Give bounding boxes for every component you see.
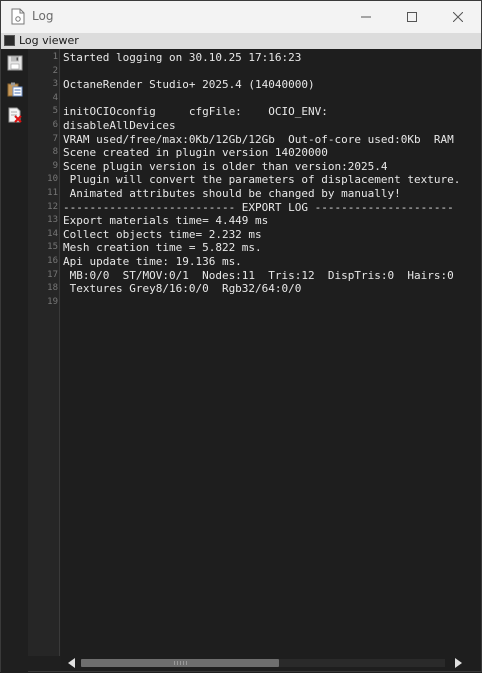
line-number: 15 [47,242,58,253]
grip-line [177,661,178,665]
log-line: Animated attributes should be changed by… [63,187,401,200]
log-viewer-bar: Log viewer [1,33,481,49]
log-line: Scene plugin version is older than versi… [63,159,388,173]
line-number: 9 [52,160,58,171]
log-line: -------------------------- EXPORT LOG --… [63,200,454,214]
line-number: 2 [52,65,58,76]
line-number: 5 [52,106,58,117]
line-number: 1 [52,52,58,62]
log-line: initOCIOconfig cfgFile: OCIO_ENV: [63,105,328,119]
line-number: 4 [52,92,58,103]
line-number: 18 [47,283,58,294]
log-line: disableAllDevices [63,119,176,132]
log-text-area[interactable]: Started logging on 30.10.25 17:16:23 Octa… [61,49,481,656]
scroll-left-arrow-icon[interactable] [67,658,77,668]
close-icon [453,12,463,22]
line-number: 3 [52,79,58,90]
grip-line [180,661,181,665]
log-line: Api update time: 19.136 ms. [63,255,242,268]
close-button[interactable] [435,1,481,33]
document-icon [11,8,25,25]
scroll-right-arrow-icon[interactable] [453,658,463,668]
minimize-icon [361,16,371,18]
log-line: Export materials time= 4.449 ms [63,214,269,228]
line-number: 10 [47,174,58,185]
log-line: OctaneRender Studio+ 2025.4 (14040000) [63,78,315,92]
log-line: Plugin will convert the parameters of di… [63,173,461,187]
line-number: 19 [47,296,58,307]
horizontal-scrollbar[interactable] [61,656,481,670]
grip-line [183,661,184,665]
grip-line [186,661,187,665]
line-number: 17 [47,269,58,280]
line-number: 6 [52,120,58,130]
log-line: Scene created in plugin version 14020000 [63,146,328,160]
log-line: Collect objects time= 2.232 ms [63,227,262,241]
clear-document-icon[interactable] [7,107,23,123]
title-bar[interactable]: Log [1,1,481,33]
line-number-gutter: 1 2 3 4 5 6 7 8 9 10 11 12 13 14 15 16 17 18 19 [28,49,60,656]
line-number: 13 [47,215,58,226]
floppy-disk-icon[interactable] [7,55,23,71]
grip-line [174,661,175,665]
log-line: VRAM used/free/max:0Kb/12Gb/12Gb Out-of-… [63,132,454,146]
log-viewer-checkbox[interactable] [4,35,15,46]
side-toolbar [1,49,28,673]
scrollbar-thumb[interactable] [81,659,279,667]
line-number: 7 [52,133,58,144]
maximize-icon [407,12,417,22]
scrollbar-track[interactable] [81,659,445,667]
line-number: 16 [47,256,58,266]
line-number: 12 [47,201,58,212]
log-line: Mesh creation time = 5.822 ms. [63,241,262,255]
maximize-button[interactable] [389,1,435,33]
log-viewer-label: Log viewer [19,34,79,47]
minimize-button[interactable] [343,1,389,33]
log-line: Started logging on 30.10.25 17:16:23 [63,51,302,64]
window-title: Log [32,9,54,23]
clipboard-icon[interactable] [7,81,23,97]
log-line: MB:0/0 ST/MOV:0/1 Nodes:11 Tris:12 DispT… [63,268,454,282]
line-number: 14 [47,228,58,239]
log-window: Log Log viewer 1 2 3 4 5 6 7 8 9 10 11 1… [0,0,482,673]
log-line: Textures Grey8/16:0/0 Rgb32/64:0/0 [63,282,302,296]
line-number: 8 [52,147,58,158]
line-number: 11 [47,188,58,198]
